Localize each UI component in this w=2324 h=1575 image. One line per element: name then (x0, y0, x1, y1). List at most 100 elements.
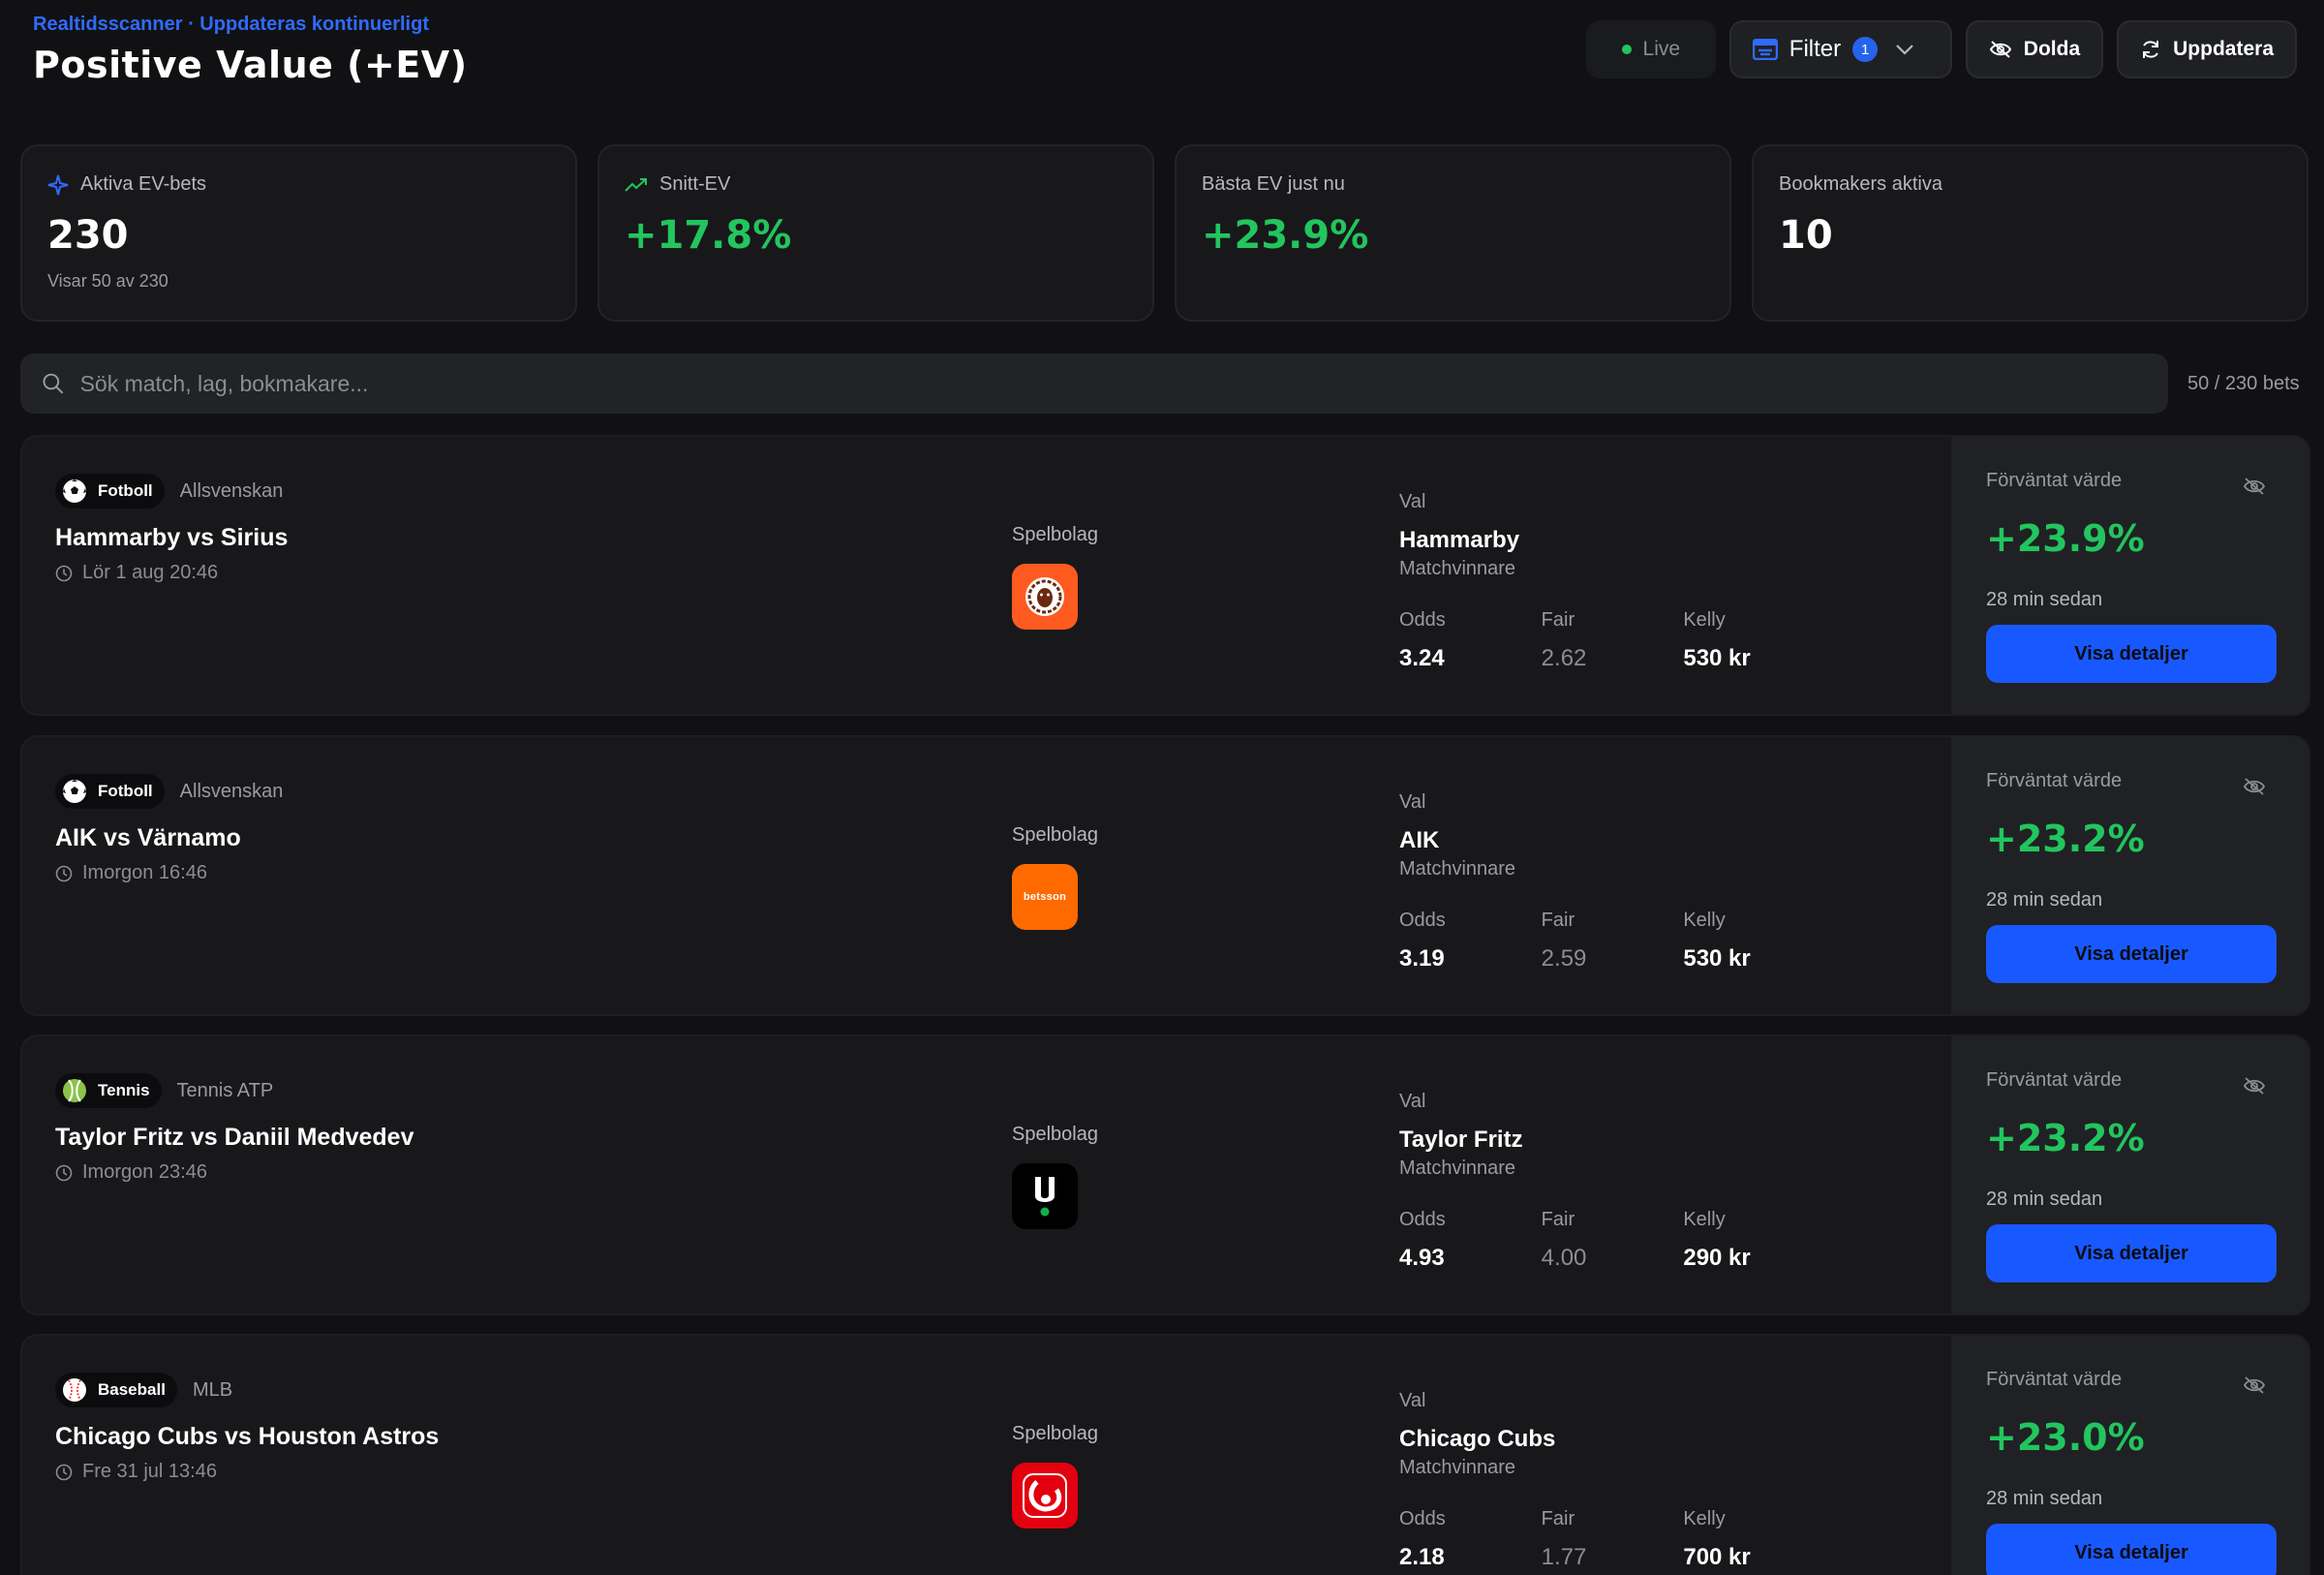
page-eyebrow: Realtidsscanner · Uppdateras kontinuerli… (33, 14, 429, 35)
pick-market: Matchvinnare (1399, 1457, 1516, 1478)
betsson-logo-text: betsson (1023, 891, 1067, 903)
league-label: MLB (192, 1378, 233, 1401)
refresh-icon (2143, 41, 2159, 58)
show-details-button[interactable]: Visa detaljer (1986, 925, 2277, 983)
odds-label: Odds (1399, 1209, 1446, 1230)
pick-market: Matchvinnare (1399, 558, 1516, 579)
filter-count-badge: 1 (1852, 37, 1879, 62)
match-time-label: Lör 1 aug 20:46 (82, 562, 219, 583)
match-title: Taylor Fritz vs Daniil Medvedev (55, 1124, 414, 1151)
show-details-button[interactable]: Visa detaljer (1986, 1524, 2277, 1575)
match-time: Fre 31 jul 13:46 (55, 1461, 439, 1483)
sport-label: Fotboll (98, 481, 153, 500)
refresh-button[interactable]: Uppdatera (2117, 20, 2297, 78)
sparkle-icon (47, 174, 69, 195)
match-time: Lör 1 aug 20:46 (55, 562, 288, 584)
hide-bet-icon[interactable] (2243, 778, 2266, 795)
clock-icon (55, 565, 73, 581)
page-header: Realtidsscanner · Uppdateras kontinuerli… (33, 14, 468, 86)
stat-label: Bookmakers aktiva (1779, 173, 1942, 195)
sport-label: Fotboll (98, 782, 153, 800)
bookmaker: Spelbolag (1012, 1124, 1098, 1229)
stat-card-average-ev: Snitt-EV +17.8% (597, 144, 1154, 322)
baseball-icon (63, 1378, 86, 1402)
league-label: Allsvenskan (179, 479, 284, 502)
hide-bet-icon[interactable] (2243, 1077, 2266, 1095)
search-icon (43, 373, 64, 394)
stat-value: +17.8% (625, 213, 792, 258)
ev-label: Förväntat värde (1986, 1069, 2123, 1091)
svenska-spel-logo (1012, 1463, 1078, 1529)
stat-value: 230 (47, 213, 129, 258)
odds-value: 4.93 (1399, 1245, 1445, 1271)
page-title: Positive Value (+EV) (33, 44, 468, 86)
filter-label: Filter (1789, 36, 1842, 62)
sport-badge: Baseball (55, 1373, 177, 1407)
odds-value: 3.24 (1399, 645, 1445, 671)
stat-label: Bästa EV just nu (1202, 173, 1345, 195)
betsson-logo: betsson (1012, 864, 1078, 930)
stats-row: Aktiva EV-bets 230 Visar 50 av 230 Snitt… (20, 144, 2309, 322)
hidden-bets-label: Dolda (2023, 38, 2081, 60)
bet-count: 50 / 230 bets (2187, 372, 2300, 394)
stat-value: +23.9% (1202, 213, 1369, 258)
hide-bet-icon[interactable] (2243, 478, 2266, 495)
sport-badge: Fotboll (55, 774, 165, 809)
ev-label: Förväntat värde (1986, 1369, 2123, 1390)
clock-icon (55, 1164, 73, 1181)
leovegas-logo (1012, 564, 1078, 630)
updated-time: 28 min sedan (1986, 1189, 2103, 1210)
eye-off-icon (1989, 41, 2011, 58)
bookmaker-label: Spelbolag (1012, 524, 1098, 545)
stat-card-active-bets: Aktiva EV-bets 230 Visar 50 av 230 (20, 144, 577, 322)
hide-bet-icon[interactable] (2243, 1376, 2266, 1394)
fair-label: Fair (1541, 609, 1575, 631)
bet-card: Tennis Tennis ATP Taylor Fritz vs Daniil… (20, 1035, 2310, 1315)
fair-label: Fair (1541, 1508, 1575, 1529)
pick-name: Taylor Fritz (1399, 1127, 1523, 1153)
pick-name: Chicago Cubs (1399, 1426, 1556, 1452)
fair-value: 2.59 (1541, 945, 1587, 972)
bet-card: Fotboll Allsvenskan AIK vs Värnamo Imorg… (20, 735, 2310, 1016)
filter-button[interactable]: Filter 1 (1728, 20, 1952, 78)
search-input[interactable] (79, 370, 2147, 397)
ev-panel: Förväntat värde +23.2% 28 min sedan Visa… (1951, 1036, 2309, 1313)
stat-value: 10 (1779, 213, 1833, 258)
bookmaker-label: Spelbolag (1012, 1124, 1098, 1145)
pick-market: Matchvinnare (1399, 1158, 1516, 1179)
hidden-bets-button[interactable]: Dolda (1965, 20, 2104, 78)
stat-card-best-ev: Bästa EV just nu +23.9% (1175, 144, 1731, 322)
odds-label: Odds (1399, 910, 1446, 931)
trending-up-icon (625, 177, 647, 192)
ev-value: +23.2% (1986, 818, 2145, 860)
ev-panel: Förväntat värde +23.2% 28 min sedan Visa… (1951, 737, 2309, 1014)
ev-panel: Förväntat värde +23.9% 28 min sedan Visa… (1951, 437, 2309, 714)
match-time-label: Imorgon 23:46 (82, 1161, 207, 1183)
sport-label: Tennis (98, 1081, 150, 1099)
search-box[interactable] (20, 354, 2168, 414)
sport-badge: Fotboll (55, 474, 165, 509)
toolbar: Live Filter 1 Dolda Uppdatera (1585, 20, 2297, 78)
match-title: Hammarby vs Sirius (55, 524, 289, 551)
ev-label: Förväntat värde (1986, 770, 2123, 791)
odds-label: Odds (1399, 609, 1446, 631)
ev-panel: Förväntat värde +23.0% 28 min sedan Visa… (1951, 1336, 2309, 1575)
fair-label: Fair (1541, 910, 1575, 931)
clock-icon (55, 1464, 73, 1480)
updated-time: 28 min sedan (1986, 589, 2103, 610)
live-indicator: Live (1585, 20, 1716, 78)
kelly-label: Kelly (1683, 609, 1726, 631)
ev-value: +23.9% (1986, 517, 2145, 560)
updated-time: 28 min sedan (1986, 889, 2103, 911)
fair-value: 1.77 (1541, 1544, 1587, 1570)
bookmaker-label: Spelbolag (1012, 1423, 1098, 1444)
bookmaker: Spelbolag (1012, 524, 1098, 630)
show-details-button[interactable]: Visa detaljer (1986, 1224, 2277, 1282)
pick-name: Hammarby (1399, 527, 1520, 553)
show-details-button[interactable]: Visa detaljer (1986, 625, 2277, 683)
bet-card: Fotboll Allsvenskan Hammarby vs Sirius L… (20, 435, 2310, 716)
league-label: Allsvenskan (179, 780, 284, 802)
stat-label: Snitt-EV (659, 173, 731, 195)
sport-badge: Tennis (55, 1073, 162, 1108)
odds-label: Odds (1399, 1508, 1446, 1529)
